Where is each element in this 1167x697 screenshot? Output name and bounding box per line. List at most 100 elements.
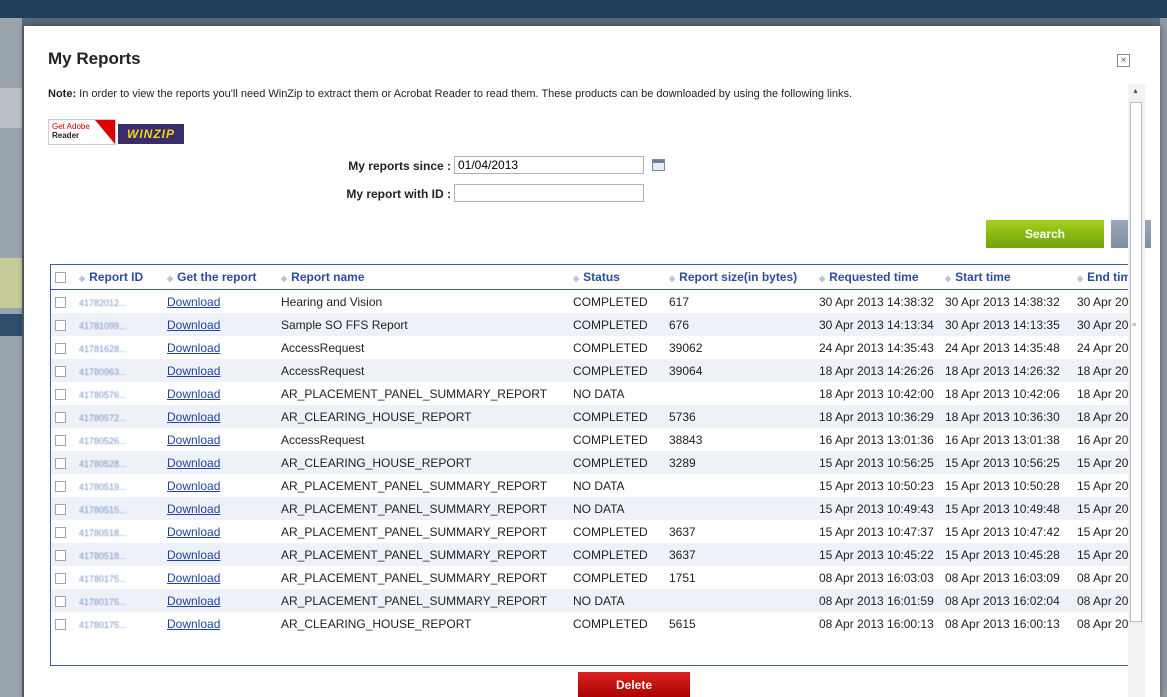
- status-cell: COMPLETED: [573, 294, 648, 309]
- download-link[interactable]: Download: [167, 364, 220, 378]
- row-checkbox[interactable]: [55, 411, 66, 423]
- calendar-icon[interactable]: [652, 159, 665, 171]
- report-id-cell[interactable]: 41782012...: [79, 298, 127, 308]
- note-body: In order to view the reports you'll need…: [76, 88, 853, 100]
- winzip-logo[interactable]: WINZIP: [118, 124, 184, 144]
- download-link[interactable]: Download: [167, 548, 220, 562]
- close-icon[interactable]: ×: [1117, 54, 1130, 67]
- requested-time-cell: 08 Apr 2013 16:01:59: [819, 593, 934, 608]
- download-link[interactable]: Download: [167, 525, 220, 539]
- report-size-cell: 3637: [669, 547, 696, 562]
- download-link[interactable]: Download: [167, 387, 220, 401]
- search-button[interactable]: Search: [986, 220, 1104, 248]
- row-checkbox[interactable]: [55, 595, 66, 607]
- row-checkbox[interactable]: [55, 296, 66, 308]
- report-id-input[interactable]: [454, 184, 644, 202]
- download-link[interactable]: Download: [167, 456, 220, 470]
- report-id-cell[interactable]: 41780175...: [79, 620, 127, 630]
- report-id-cell[interactable]: 41781099...: [79, 321, 127, 331]
- download-link[interactable]: Download: [167, 318, 220, 332]
- background-right-panel: [1160, 18, 1167, 697]
- col-status[interactable]: ◆ Status: [569, 265, 665, 290]
- report-id-cell[interactable]: 41780518...: [79, 528, 127, 538]
- report-id-label: My report with ID :: [346, 187, 451, 201]
- since-date-input[interactable]: [454, 156, 644, 174]
- vertical-scrollbar[interactable]: ▲ ≡: [1128, 84, 1145, 697]
- table-row: 41780175... Download AR_PLACEMENT_PANEL_SU…: [51, 589, 1135, 612]
- status-cell: NO DATA: [573, 501, 625, 516]
- row-checkbox[interactable]: [55, 503, 66, 515]
- status-cell: NO DATA: [573, 478, 625, 493]
- requested-time-cell: 15 Apr 2013 10:45:22: [819, 547, 934, 562]
- row-checkbox[interactable]: [55, 480, 66, 492]
- row-checkbox[interactable]: [55, 457, 66, 469]
- download-link[interactable]: Download: [167, 341, 220, 355]
- table-row: 41780963... Download AccessRequest COMPLETE…: [51, 359, 1135, 382]
- start-time-cell: 18 Apr 2013 10:42:06: [945, 386, 1060, 401]
- col-report-size[interactable]: ◆ Report size(in bytes): [665, 265, 815, 290]
- col-report-id[interactable]: ◆ Report ID: [75, 265, 163, 290]
- download-link[interactable]: Download: [167, 502, 220, 516]
- report-id-cell[interactable]: 41780576...: [79, 390, 127, 400]
- col-report-name[interactable]: ◆ Report name: [277, 265, 569, 290]
- table-row: 41780175... Download AR_CLEARING_HOUSE_REP…: [51, 612, 1135, 635]
- report-name-cell: AR_PLACEMENT_PANEL_SUMMARY_REPORT: [281, 386, 548, 401]
- report-id-cell[interactable]: 41780963...: [79, 367, 127, 377]
- adobe-reader-logo[interactable]: Get Adobe Reader: [48, 119, 116, 145]
- requested-time-cell: 15 Apr 2013 10:49:43: [819, 501, 934, 516]
- report-id-cell[interactable]: 41780528...: [79, 459, 127, 469]
- report-id-cell[interactable]: 41780526...: [79, 436, 127, 446]
- row-checkbox[interactable]: [55, 342, 66, 354]
- scroll-thumb[interactable]: [1130, 102, 1142, 622]
- status-cell: COMPLETED: [573, 524, 648, 539]
- select-all-checkbox[interactable]: [55, 272, 66, 284]
- status-cell: COMPLETED: [573, 363, 648, 378]
- row-checkbox[interactable]: [55, 549, 66, 561]
- sort-icon: ◆: [669, 274, 676, 283]
- my-reports-dialog: My Reports × Note: In order to view the …: [24, 26, 1160, 697]
- requested-time-cell: 30 Apr 2013 14:13:34: [819, 317, 934, 332]
- sort-icon: ◆: [1077, 274, 1084, 283]
- scroll-up-icon[interactable]: ▲: [1132, 88, 1139, 95]
- table-row: 41780518... Download AR_PLACEMENT_PANEL_SU…: [51, 543, 1135, 566]
- download-link[interactable]: Download: [167, 594, 220, 608]
- sort-icon: ◆: [79, 274, 86, 283]
- download-link[interactable]: Download: [167, 571, 220, 585]
- start-time-cell: 15 Apr 2013 10:56:25: [945, 455, 1060, 470]
- row-checkbox[interactable]: [55, 319, 66, 331]
- download-link[interactable]: Download: [167, 295, 220, 309]
- report-id-cell[interactable]: 41780175...: [79, 574, 127, 584]
- report-id-cell[interactable]: 41780519...: [79, 482, 127, 492]
- download-link[interactable]: Download: [167, 617, 220, 631]
- row-checkbox[interactable]: [55, 365, 66, 377]
- col-start-time[interactable]: ◆ Start time: [941, 265, 1073, 290]
- report-id-cell[interactable]: 41780175...: [79, 597, 127, 607]
- report-id-cell[interactable]: 41780518...: [79, 551, 127, 561]
- row-checkbox[interactable]: [55, 526, 66, 538]
- col-get-report[interactable]: ◆ Get the report: [163, 265, 277, 290]
- table-header-row: ◆ Report ID ◆ Get the report ◆ Report name …: [51, 265, 1135, 290]
- report-name-cell: AR_PLACEMENT_PANEL_SUMMARY_REPORT: [281, 524, 548, 539]
- delete-button[interactable]: Delete: [578, 672, 690, 697]
- status-cell: COMPLETED: [573, 409, 648, 424]
- row-checkbox[interactable]: [55, 572, 66, 584]
- report-name-cell: AccessRequest: [281, 340, 365, 355]
- row-checkbox[interactable]: [55, 618, 66, 630]
- col-end-time[interactable]: ◆ End time: [1073, 265, 1135, 290]
- report-name-cell: AR_PLACEMENT_PANEL_SUMMARY_REPORT: [281, 593, 548, 608]
- report-id-cell[interactable]: 41781628...: [79, 344, 127, 354]
- start-time-cell: 30 Apr 2013 14:38:32: [945, 294, 1060, 309]
- col-requested-time[interactable]: ◆ Requested time: [815, 265, 941, 290]
- download-link[interactable]: Download: [167, 410, 220, 424]
- start-time-cell: 30 Apr 2013 14:13:35: [945, 317, 1060, 332]
- report-id-cell[interactable]: 41780572...: [79, 413, 127, 423]
- report-id-cell[interactable]: 41780515...: [79, 505, 127, 515]
- status-cell: COMPLETED: [573, 547, 648, 562]
- table-row: 41781099... Download Sample SO FFS Report C…: [51, 313, 1135, 336]
- row-checkbox[interactable]: [55, 388, 66, 400]
- report-size-cell: 676: [669, 317, 690, 332]
- requested-time-cell: 18 Apr 2013 10:36:29: [819, 409, 934, 424]
- row-checkbox[interactable]: [55, 434, 66, 446]
- download-link[interactable]: Download: [167, 433, 220, 447]
- download-link[interactable]: Download: [167, 479, 220, 493]
